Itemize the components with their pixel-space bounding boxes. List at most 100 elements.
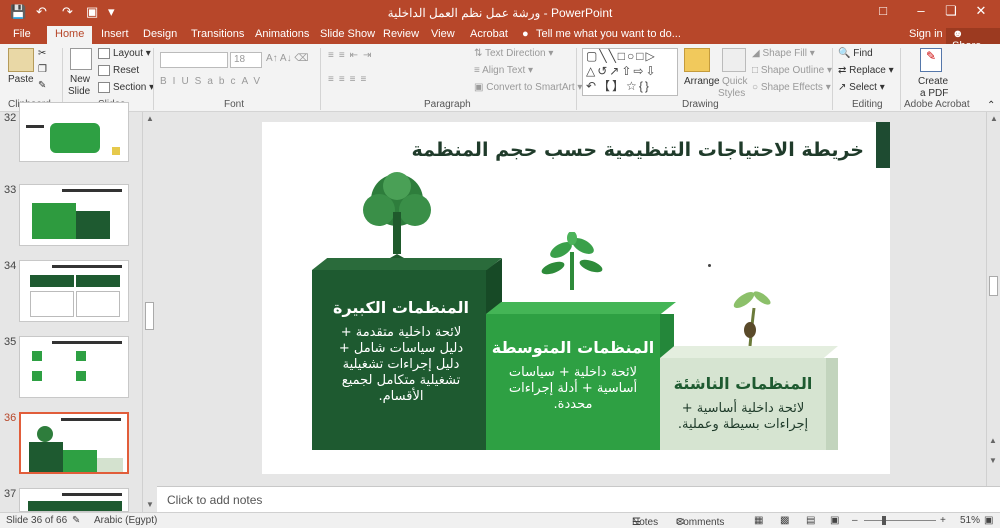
find-button[interactable]: 🔍 Find xyxy=(838,48,873,59)
zoom-slider-handle[interactable] xyxy=(882,516,886,525)
puzzle-graphic xyxy=(50,123,100,153)
shape-outline-icon: □ xyxy=(752,65,761,76)
block-graphic xyxy=(97,458,123,472)
tab-review[interactable]: Review xyxy=(383,28,419,40)
thumbnail-slide-32[interactable] xyxy=(19,102,129,162)
tab-acrobat[interactable]: Acrobat xyxy=(470,28,508,40)
normal-view-icon[interactable]: ▦ xyxy=(754,515,763,526)
font-size-input[interactable]: 18 xyxy=(230,52,262,68)
section-button[interactable]: Section ▾ xyxy=(98,82,154,93)
tab-transitions[interactable]: Transitions xyxy=(191,28,244,40)
create-pdf-button[interactable]: Create xyxy=(918,76,948,87)
list-icons[interactable]: ≡≡⇤⇥ xyxy=(328,50,376,61)
zoom-in-icon[interactable]: + xyxy=(940,515,946,526)
find-icon: 🔍 xyxy=(838,48,854,59)
thumbnail-slide-34[interactable] xyxy=(19,260,129,322)
format-painter-icon[interactable]: ✎ xyxy=(38,80,46,91)
slide-canvas[interactable]: خريطة الاحتياجات التنظيمية حسب حجم المنظ… xyxy=(262,122,890,474)
tab-design[interactable]: Design xyxy=(143,28,177,40)
close-icon[interactable]: ✕ xyxy=(966,3,996,19)
next-slide-icon[interactable]: ▼ xyxy=(989,456,997,465)
shape-outline-button[interactable]: □ Shape Outline ▾ xyxy=(752,65,832,76)
quick-styles-icon[interactable] xyxy=(722,48,746,72)
notes-label: Notes xyxy=(632,517,659,528)
restore-icon[interactable]: ❏ xyxy=(936,3,966,19)
slide-sorter-icon[interactable]: ▩ xyxy=(780,515,789,526)
align-icons[interactable]: ≡≡≡≡ xyxy=(328,74,371,85)
quick-styles-button[interactable]: Quick xyxy=(722,76,748,87)
notes-pane[interactable]: Click to add notes xyxy=(157,486,1000,512)
reset-button[interactable]: Reset xyxy=(98,65,139,76)
fit-slide-icon[interactable]: ▣ xyxy=(984,515,993,526)
collapse-ribbon-icon[interactable]: ⌃ xyxy=(987,100,995,111)
smartart-button[interactable]: ▣ Convert to SmartArt ▾ xyxy=(474,82,582,93)
notes-placeholder[interactable]: Click to add notes xyxy=(167,493,262,507)
slide-title[interactable]: خريطة الاحتياجات التنظيمية حسب حجم المنظ… xyxy=(412,139,864,161)
scroll-down-icon[interactable]: ▼ xyxy=(146,500,154,509)
block-graphic xyxy=(32,203,76,239)
thumbnail-slide-35[interactable] xyxy=(19,336,129,398)
scrollbar-thumb[interactable] xyxy=(145,302,154,330)
small-org-text[interactable]: المنظمات الناشئة لائحة داخلية أساسية + إ… xyxy=(662,374,824,433)
paste-button[interactable]: Paste xyxy=(8,74,34,85)
paste-icon[interactable] xyxy=(8,48,34,72)
select-icon: ↗ xyxy=(838,82,850,93)
text-line xyxy=(61,418,121,421)
zoom-slider[interactable] xyxy=(864,520,936,521)
new-slide-icon[interactable] xyxy=(70,48,92,70)
align-text-button[interactable]: ≡ Align Text ▾ xyxy=(474,65,533,76)
cut-icon[interactable]: ✂ xyxy=(38,48,46,59)
thumbnail-slide-33[interactable] xyxy=(19,184,129,246)
slideshow-view-icon[interactable]: ▣ xyxy=(830,515,839,526)
reset-icon xyxy=(98,65,110,76)
tab-file[interactable]: File xyxy=(13,28,31,40)
select-button[interactable]: ↗ Select ▾ xyxy=(838,82,885,93)
spell-check-icon[interactable]: ✎ xyxy=(72,515,80,526)
minimize-icon[interactable]: – xyxy=(906,3,936,18)
arrange-icon[interactable] xyxy=(684,48,710,72)
font-format-icons[interactable]: BIUSabcAV xyxy=(160,76,266,87)
zoom-level[interactable]: 51% xyxy=(960,515,980,526)
grow-font-icon[interactable]: A↑ A↓ ⌫ xyxy=(266,53,309,64)
thumbnail-slide-37[interactable] xyxy=(19,488,129,512)
new-slide-button-line2[interactable]: Slide xyxy=(68,86,90,97)
slide-scrollbar[interactable]: ▲ ▲ ▼ xyxy=(986,112,1000,486)
shape-outline-label: Shape Outline xyxy=(760,65,825,76)
create-pdf-button-line2[interactable]: a PDF xyxy=(920,88,948,99)
slide-thumbnails: 32 33 34 35 36 37 xyxy=(0,102,142,512)
arrange-button[interactable]: Arrange xyxy=(684,76,720,87)
scroll-up-icon[interactable]: ▲ xyxy=(990,114,998,123)
new-slide-button[interactable]: New xyxy=(70,74,90,85)
large-org-title: المنظمات الكبيرة xyxy=(333,298,469,317)
tab-insert[interactable]: Insert xyxy=(101,28,129,40)
tell-me-input[interactable]: Tell me what you want to do... xyxy=(536,28,681,40)
text-direction-button[interactable]: ⇅ Text Direction ▾ xyxy=(474,48,553,59)
shape-effects-button[interactable]: ○ Shape Effects ▾ xyxy=(752,82,831,93)
shapes-gallery[interactable]: ▢╲╲□○□▷ △↺↗⇧⇨⇩ ↶【】☆{} xyxy=(582,48,678,96)
large-org-text[interactable]: المنظمات الكبيرة لائحة داخلية متقدمة + د… xyxy=(316,298,486,405)
layout-button[interactable]: Layout ▾ xyxy=(98,48,151,59)
tab-home[interactable]: Home xyxy=(47,26,93,44)
shape-fill-button[interactable]: ◢ Shape Fill ▾ xyxy=(752,48,815,59)
large-org-block-top xyxy=(312,258,502,270)
header-block xyxy=(76,275,120,287)
tab-slide-show[interactable]: Slide Show xyxy=(320,28,375,40)
font-name-input[interactable] xyxy=(160,52,228,68)
medium-org-text[interactable]: المنظمات المتوسطة لائحة داخلية + سياسات … xyxy=(490,338,656,413)
thumbnail-scrollbar[interactable]: ▲ ▼ xyxy=(142,112,156,512)
scrollbar-thumb[interactable] xyxy=(989,276,998,296)
prev-slide-icon[interactable]: ▲ xyxy=(989,436,997,445)
create-pdf-icon[interactable]: ✎ xyxy=(920,48,942,72)
replace-button[interactable]: ⇄ Replace ▾ xyxy=(838,65,894,76)
copy-icon[interactable]: ❐ xyxy=(38,64,47,75)
quick-styles-button-line2[interactable]: Styles xyxy=(718,88,745,99)
ribbon-options-icon[interactable]: □ xyxy=(868,3,898,18)
scroll-up-icon[interactable]: ▲ xyxy=(146,114,154,123)
thumbnail-slide-36[interactable] xyxy=(19,412,129,474)
language-indicator[interactable]: Arabic (Egypt) xyxy=(94,515,157,526)
reading-view-icon[interactable]: ▤ xyxy=(806,515,815,526)
zoom-out-icon[interactable]: – xyxy=(852,515,858,526)
tab-view[interactable]: View xyxy=(431,28,455,40)
sign-in-link[interactable]: Sign in xyxy=(909,28,943,40)
tab-animations[interactable]: Animations xyxy=(255,28,309,40)
